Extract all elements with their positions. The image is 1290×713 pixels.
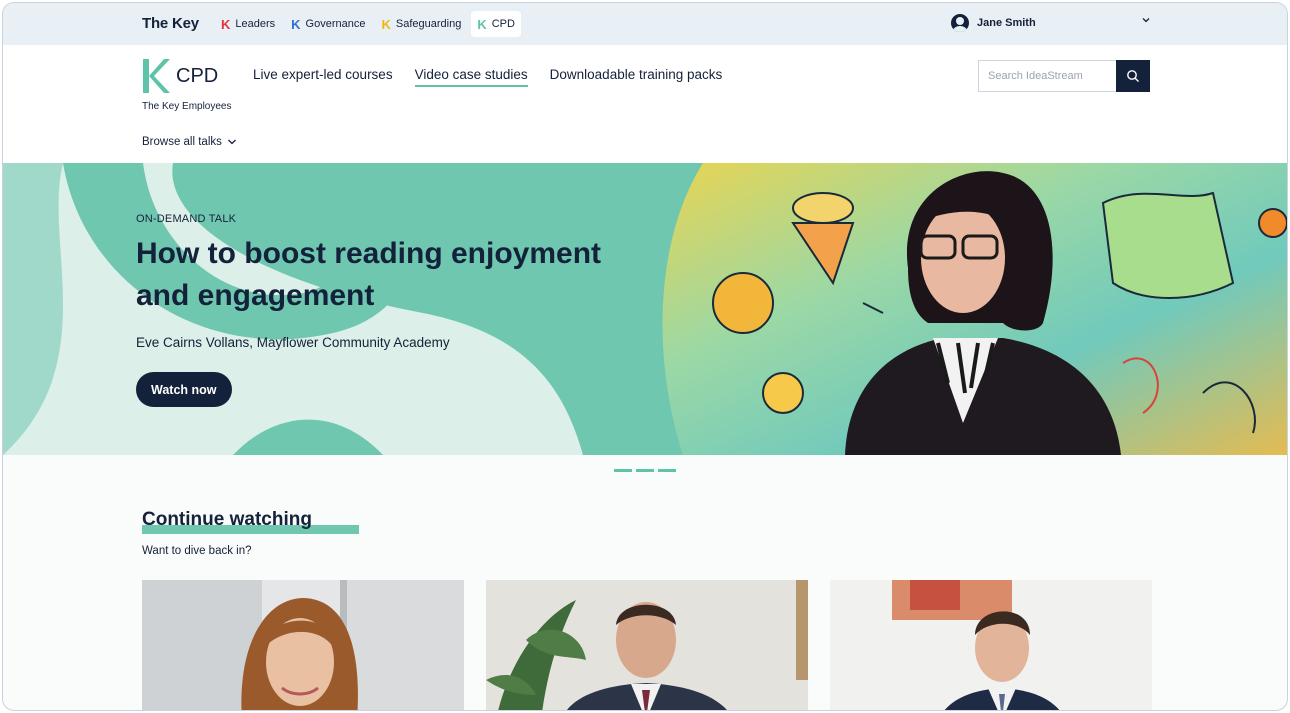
hero-speaker: Eve Cairns Vollans, Mayflower Community … — [136, 335, 450, 350]
logo-subtitle: The Key Employees — [142, 101, 232, 112]
k-logo-icon: K — [477, 16, 487, 32]
carousel-dot[interactable] — [614, 469, 632, 472]
site-header: CPD The Key Employees Live expert-led co… — [3, 45, 1287, 163]
user-avatar-icon — [951, 14, 969, 32]
logo-text: CPD — [176, 64, 219, 87]
user-name: Jane Smith — [977, 17, 1036, 29]
carousel-indicators — [614, 469, 676, 472]
product-link-safeguarding[interactable]: K Safeguarding — [375, 11, 467, 37]
video-card[interactable] — [486, 580, 808, 710]
nav-training-packs[interactable]: Downloadable training packs — [550, 67, 723, 87]
search-icon — [1127, 70, 1139, 82]
video-thumbnail — [142, 580, 464, 710]
chevron-down-icon[interactable] — [1141, 16, 1151, 27]
hero-banner: ON-DEMAND TALK How to boost reading enjo… — [3, 163, 1287, 455]
hero-tag: ON-DEMAND TALK — [136, 213, 237, 225]
hero-title: How to boost reading enjoyment and engag… — [136, 237, 602, 312]
section-title: Continue watching — [142, 509, 312, 530]
cpd-logo[interactable]: CPD — [142, 59, 218, 93]
video-thumbnail — [486, 580, 808, 710]
chevron-down-icon — [227, 139, 236, 145]
video-thumbnail — [830, 580, 1152, 710]
user-menu[interactable]: Jane Smith — [951, 14, 1036, 32]
top-bar: The Key K Leaders K Governance K Safegua… — [3, 3, 1287, 45]
browse-all-talks[interactable]: Browse all talks — [142, 136, 237, 148]
k-logo-icon — [142, 59, 170, 93]
nav-video-case-studies[interactable]: Video case studies — [414, 67, 528, 87]
product-label: Safeguarding — [395, 18, 462, 30]
nav-live-courses[interactable]: Live expert-led courses — [253, 67, 393, 87]
product-label: Governance — [305, 18, 366, 30]
product-link-leaders[interactable]: K Leaders — [215, 11, 281, 37]
k-logo-icon: K — [291, 16, 301, 32]
k-logo-icon: K — [381, 16, 391, 32]
watch-now-button[interactable]: Watch now — [136, 372, 232, 407]
product-label: Leaders — [235, 18, 276, 30]
product-switcher: K Leaders K Governance K Safeguarding K … — [215, 11, 521, 37]
search-input[interactable] — [978, 60, 1116, 92]
section-subtitle: Want to dive back in? — [142, 545, 252, 557]
carousel-dot[interactable] — [658, 469, 676, 472]
search-button[interactable] — [1116, 60, 1150, 92]
product-label: CPD — [491, 18, 515, 30]
main-nav: Live expert-led courses Video case studi… — [253, 67, 722, 87]
video-card[interactable] — [142, 580, 464, 710]
video-card-list — [142, 580, 1152, 710]
product-link-governance[interactable]: K Governance — [285, 11, 371, 37]
video-card[interactable] — [830, 580, 1152, 710]
brand-name[interactable]: The Key — [142, 15, 199, 32]
carousel-dot[interactable] — [636, 469, 654, 472]
browse-label: Browse all talks — [142, 136, 222, 148]
k-logo-icon: K — [221, 16, 231, 32]
search-bar — [978, 60, 1150, 92]
product-link-cpd[interactable]: K CPD — [471, 11, 521, 37]
browser-frame: The Key K Leaders K Governance K Safegua… — [2, 2, 1288, 711]
